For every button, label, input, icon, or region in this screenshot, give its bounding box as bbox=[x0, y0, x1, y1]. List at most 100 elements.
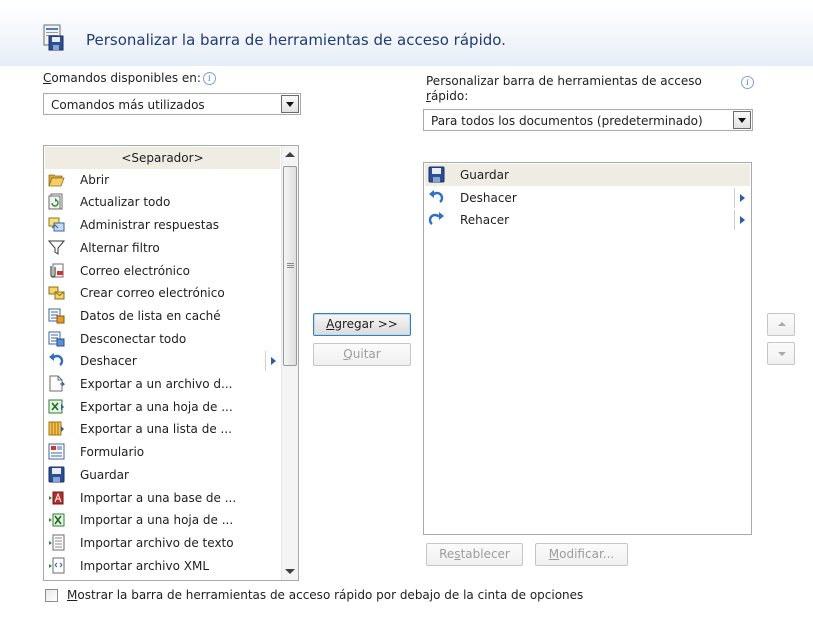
customize-combo-value: Para todos los documentos (predeterminad… bbox=[431, 114, 703, 128]
submenu-arrow-icon[interactable] bbox=[740, 216, 745, 225]
modify-button[interactable]: Modificar... bbox=[535, 543, 628, 566]
import-access-icon bbox=[48, 489, 65, 506]
info-icon[interactable]: i bbox=[202, 72, 216, 85]
export-list-icon bbox=[48, 420, 65, 437]
list-item[interactable]: Deshacer bbox=[425, 187, 750, 209]
undo-icon bbox=[48, 352, 65, 369]
list-item[interactable]: Abrir bbox=[45, 169, 281, 191]
list-item-label: Importar a una hoja de ... bbox=[80, 513, 234, 528]
customize-document-combo[interactable]: Para todos los documentos (predeterminad… bbox=[423, 109, 753, 131]
save-icon bbox=[428, 166, 445, 183]
show-below-ribbon-checkbox[interactable] bbox=[45, 589, 58, 602]
list-item[interactable]: Guardar bbox=[425, 164, 750, 186]
list-item[interactable]: Importar archivo XML bbox=[45, 555, 281, 577]
form-icon bbox=[48, 443, 65, 460]
folder-open-icon bbox=[48, 171, 65, 188]
customize-toolbar-label-line2: rápido: bbox=[426, 89, 468, 103]
list-item-label: Abrir bbox=[80, 172, 110, 187]
available-label-text: omandos disponibles en: bbox=[51, 71, 201, 85]
list-item-label: Rehacer bbox=[460, 213, 510, 228]
list-item[interactable]: Guardar bbox=[45, 464, 281, 486]
list-item[interactable]: Actualizar todo bbox=[45, 191, 281, 213]
list-item-label: Guardar bbox=[80, 467, 129, 482]
info-icon[interactable]: i bbox=[741, 76, 754, 89]
submenu-arrow-icon[interactable] bbox=[740, 193, 745, 202]
list-item-label: Alternar filtro bbox=[80, 240, 160, 255]
import-text-icon bbox=[48, 534, 65, 551]
list-item[interactable]: Datos de lista en caché bbox=[45, 305, 281, 327]
list-item[interactable]: Importar archivo de texto bbox=[45, 532, 281, 554]
list-item[interactable]: Crear correo electrónico bbox=[45, 282, 281, 304]
list-item-label: <Separador> bbox=[121, 151, 204, 165]
redo-icon bbox=[428, 211, 445, 228]
list-item[interactable]: Importar a una base de ... bbox=[45, 487, 281, 509]
toolbar-customize-icon bbox=[43, 24, 64, 51]
list-item[interactable]: Administrar respuestas bbox=[45, 214, 281, 236]
list-item-label: Deshacer bbox=[460, 190, 517, 205]
list-item[interactable]: Deshacer bbox=[45, 350, 281, 372]
show-below-ribbon-label[interactable]: Mostrar la barra de herramientas de acce… bbox=[67, 588, 583, 602]
list-item[interactable]: Exportar a una hoja de ... bbox=[45, 396, 281, 418]
list-item[interactable]: Rehacer bbox=[425, 209, 750, 231]
quick-access-commands-list[interactable]: Guardar Deshacer Rehacer bbox=[423, 162, 752, 535]
list-item[interactable]: Exportar a un archivo d... bbox=[45, 373, 281, 395]
reset-button-label-post: tablecer bbox=[460, 547, 510, 561]
available-list-scrollbar[interactable] bbox=[281, 146, 298, 580]
submenu-arrow-icon[interactable] bbox=[271, 357, 276, 366]
import-excel-icon bbox=[48, 511, 65, 528]
modify-button-label: odificar... bbox=[559, 547, 615, 561]
list-item-label: Importar a una base de ... bbox=[80, 490, 237, 505]
arrow-up-icon bbox=[778, 322, 786, 326]
list-item-label: Exportar a una lista de ... bbox=[80, 422, 232, 437]
create-email-icon bbox=[48, 284, 65, 301]
add-button[interactable]: Agregar >> bbox=[313, 313, 411, 336]
list-item[interactable]: Exportar a una lista de ... bbox=[45, 418, 281, 440]
reset-button-label-pre: Re bbox=[439, 547, 455, 561]
submenu-divider bbox=[265, 351, 266, 372]
import-xml-icon bbox=[48, 557, 65, 574]
chevron-down-icon[interactable] bbox=[281, 95, 299, 113]
disconnect-icon bbox=[48, 330, 65, 347]
list-item[interactable]: Desconectar todo bbox=[45, 328, 281, 350]
arrow-down-icon bbox=[778, 352, 786, 356]
dialog-header: Personalizar la barra de herramientas de… bbox=[0, 0, 813, 66]
cached-list-icon bbox=[48, 307, 65, 324]
undo-icon bbox=[428, 189, 445, 206]
refresh-all-icon bbox=[48, 193, 65, 210]
list-item-label: Correo electrónico bbox=[80, 263, 190, 278]
chevron-down-icon[interactable] bbox=[733, 111, 751, 129]
list-item-label: Importar archivo de texto bbox=[80, 535, 234, 550]
list-item[interactable]: Importar a una hoja de ... bbox=[45, 509, 281, 531]
list-item-label: Exportar a una hoja de ... bbox=[80, 399, 233, 414]
scroll-up-icon[interactable] bbox=[285, 152, 295, 157]
page-title: Personalizar la barra de herramientas de… bbox=[86, 31, 506, 49]
list-item-label: Formulario bbox=[80, 445, 145, 460]
list-item-separator[interactable]: <Separador> bbox=[45, 147, 280, 169]
customize-label-text: ápido: bbox=[430, 89, 469, 103]
customize-toolbar-label-line1: Personalizar barra de herramientas de ac… bbox=[426, 74, 702, 88]
scroll-down-icon[interactable] bbox=[285, 569, 295, 574]
list-item[interactable]: Formulario bbox=[45, 441, 281, 463]
list-item[interactable]: Alternar filtro bbox=[45, 237, 281, 259]
submenu-divider bbox=[734, 187, 735, 208]
move-up-button[interactable] bbox=[767, 313, 795, 336]
checkbox-label-text: ostrar la barra de herramientas de acces… bbox=[77, 588, 584, 602]
available-commands-combo[interactable]: Comandos más utilizados bbox=[43, 93, 301, 115]
manage-replies-icon bbox=[48, 216, 65, 233]
export-excel-icon bbox=[48, 398, 65, 415]
checkbox-label-accel: M bbox=[67, 588, 78, 602]
list-item-label: Datos de lista en caché bbox=[80, 308, 221, 323]
move-down-button[interactable] bbox=[767, 342, 795, 365]
list-item[interactable]: Correo electrónico bbox=[45, 260, 281, 282]
modify-button-accel: M bbox=[548, 547, 560, 561]
email-attach-icon bbox=[48, 262, 65, 279]
filter-icon bbox=[47, 239, 66, 256]
list-item-label: Exportar a un archivo d... bbox=[80, 377, 233, 391]
remove-button-accel: Q bbox=[343, 347, 353, 361]
remove-button[interactable]: Quitar bbox=[313, 343, 411, 366]
submenu-divider bbox=[734, 210, 735, 231]
reset-button[interactable]: Restablecer bbox=[426, 543, 523, 566]
available-commands-list[interactable]: <Separador> Abrir Actualizar todo Administr… bbox=[43, 145, 299, 581]
available-combo-value: Comandos más utilizados bbox=[51, 98, 205, 112]
scroll-thumb[interactable] bbox=[283, 166, 297, 366]
